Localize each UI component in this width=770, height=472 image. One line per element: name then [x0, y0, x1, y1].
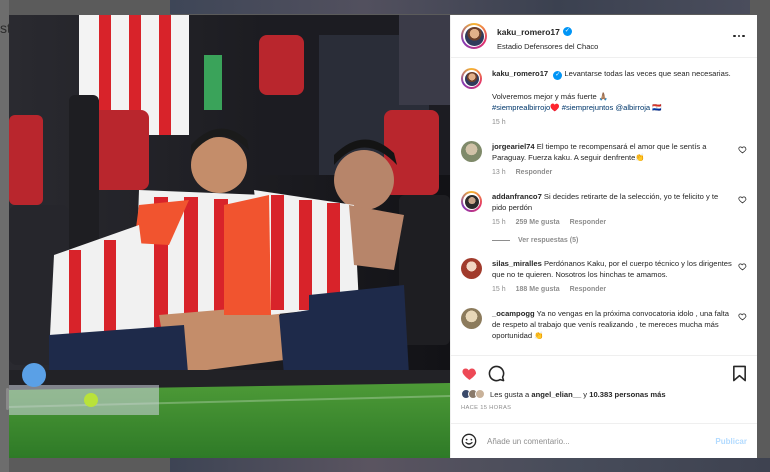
author-avatar[interactable]	[461, 23, 487, 49]
heart-icon[interactable]	[738, 195, 747, 204]
background-strip-bottom	[170, 458, 770, 472]
comment-username[interactable]: jorgeariel74	[492, 142, 535, 151]
likes-text: Les gusta a angel_elian__ y 10.383 perso…	[490, 390, 666, 399]
caption-username[interactable]: kaku_romero17	[492, 69, 548, 78]
post-side-panel: kaku_romero17 ✓ Estadio Defensores del C…	[450, 15, 757, 458]
commenter-avatar[interactable]	[461, 191, 482, 212]
caption-time[interactable]: 15 h	[492, 117, 506, 128]
heart-icon[interactable]	[738, 312, 747, 321]
comment-body: addanfranco7 Si decides retirarte de la …	[492, 191, 747, 228]
comment-likes[interactable]: 188 Me gusta	[516, 284, 560, 295]
view-replies-button[interactable]: Ver respuestas (5)	[492, 237, 747, 244]
comment-time[interactable]: 15 h	[492, 284, 506, 295]
likes-count[interactable]: 10.383 personas más	[589, 390, 665, 399]
caption-meta: 15 h	[492, 117, 733, 128]
comment-icon[interactable]	[488, 365, 505, 382]
comment-time[interactable]: 13 h	[492, 167, 506, 178]
comment-meta: 15 h 259 Me gusta Responder	[492, 217, 733, 228]
post-header: kaku_romero17 ✓ Estadio Defensores del C…	[451, 15, 757, 58]
caption-body: kaku_romero17 ✓ Levantarse todas las vec…	[492, 68, 747, 128]
liker-username[interactable]: angel_elian__	[531, 390, 581, 399]
heart-icon[interactable]	[738, 262, 747, 271]
comment-item: jorgeariel74 El tiempo te recompensará e…	[461, 141, 747, 178]
comment-meta: 15 h 188 Me gusta Responder	[492, 284, 733, 295]
post-modal: kaku_romero17 ✓ Estadio Defensores del C…	[9, 15, 757, 458]
author-info: kaku_romero17 ✓ Estadio Defensores del C…	[497, 22, 731, 51]
post-actions: Les gusta a angel_elian__ y 10.383 perso…	[451, 355, 757, 423]
view-replies-label[interactable]: Ver respuestas (5)	[518, 237, 578, 244]
comment-item: addanfranco7 Si decides retirarte de la …	[461, 191, 747, 228]
post-photo	[9, 15, 450, 458]
comment-body: _ocampogg Ya no vengas en la próxima con…	[492, 308, 747, 341]
commenter-avatar[interactable]	[461, 258, 482, 279]
post-image[interactable]	[9, 15, 450, 458]
liker-avatar	[475, 389, 485, 399]
comment-body: jorgeariel74 El tiempo te recompensará e…	[492, 141, 747, 178]
commenter-avatar[interactable]	[461, 308, 482, 329]
caption-hashtags[interactable]: #siemprealbirrojo♥️ #siemprejuntos @albi…	[492, 102, 733, 113]
comment-username[interactable]: _ocampogg	[492, 309, 535, 318]
commenter-avatar[interactable]	[461, 141, 482, 162]
comment-input[interactable]	[487, 436, 716, 446]
action-icons	[461, 362, 747, 384]
comment-body: silas_miralles Perdónanos Kaku, por el c…	[492, 258, 747, 295]
comment-composer: Publicar	[451, 423, 757, 458]
comment-item: _ocampogg Ya no vengas en la próxima con…	[461, 308, 747, 341]
comment-username[interactable]: silas_miralles	[492, 259, 542, 268]
reply-button[interactable]: Responder	[516, 167, 553, 178]
author-username-text[interactable]: kaku_romero17	[497, 27, 560, 37]
likes-prefix: Les gusta a	[490, 389, 532, 399]
caption-avatar[interactable]	[461, 68, 482, 89]
verified-badge-icon: ✓	[562, 27, 572, 36]
comment-meta: 13 h Responder	[492, 167, 733, 178]
comment-username[interactable]: addanfranco7	[492, 192, 542, 201]
bookmark-icon[interactable]	[732, 365, 747, 382]
view-replies-line	[492, 240, 510, 241]
background-strip-top	[170, 0, 750, 14]
likes-summary: Les gusta a angel_elian__ y 10.383 perso…	[461, 389, 747, 399]
heart-icon[interactable]	[461, 365, 478, 382]
post-time-ago[interactable]: HACE 15 HORAS	[461, 405, 747, 411]
heart-icon[interactable]	[738, 145, 747, 154]
comment-item: silas_miralles Perdónanos Kaku, por el c…	[461, 258, 747, 295]
reply-button[interactable]: Responder	[570, 217, 607, 228]
emoji-icon[interactable]	[461, 433, 477, 449]
comment-likes[interactable]: 259 Me gusta	[516, 217, 560, 228]
reply-button[interactable]: Responder	[570, 284, 607, 295]
caption-line2: Volveremos mejor y más fuerte 🙏🏽	[492, 92, 609, 101]
publish-button[interactable]: Publicar	[715, 437, 747, 446]
likes-middle: y	[581, 389, 590, 399]
caption: kaku_romero17 ✓ Levantarse todas las vec…	[461, 68, 747, 128]
verified-badge-icon: ✓	[553, 71, 563, 80]
comment-time[interactable]: 15 h	[492, 217, 506, 228]
author-username[interactable]: kaku_romero17 ✓	[497, 27, 572, 37]
more-options-icon[interactable]	[731, 28, 747, 44]
comments-list[interactable]: kaku_romero17 ✓ Levantarse todas las vec…	[451, 58, 757, 355]
caption-text: Levantarse todas las veces que sean nece…	[564, 69, 731, 78]
post-location[interactable]: Estadio Defensores del Chaco	[497, 42, 731, 51]
